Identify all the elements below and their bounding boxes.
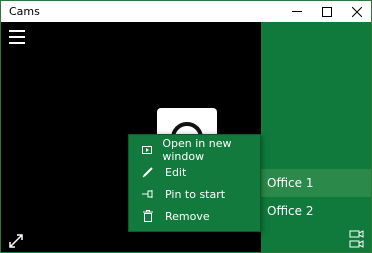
- pencil-icon: [139, 166, 157, 178]
- expand-icon[interactable]: [9, 233, 23, 252]
- video-camera-icon[interactable]: [349, 230, 365, 252]
- camera-list-item-label: Office 1: [267, 176, 314, 190]
- camera-list-item-office-2[interactable]: Office 2: [261, 197, 371, 225]
- context-menu: Open in new window Edit Pin to start Rem…: [128, 134, 261, 232]
- camera-list-item-office-1[interactable]: Office 1: [261, 169, 371, 197]
- menu-item-pin-to-start[interactable]: Pin to start: [129, 183, 260, 205]
- maximize-button[interactable]: [312, 1, 342, 22]
- menu-item-label: Remove: [165, 209, 210, 223]
- app-window: Cams Office 1 Office 2 Open in new windo…: [0, 0, 372, 253]
- title-bar[interactable]: Cams: [1, 1, 371, 22]
- trash-icon: [139, 210, 157, 222]
- menu-item-open-in-new-window[interactable]: Open in new window: [129, 137, 260, 163]
- pin-icon: [139, 189, 157, 199]
- maximize-icon: [322, 6, 332, 17]
- camera-view: Office 1 Office 2 Open in new window Edi…: [1, 22, 371, 252]
- close-button[interactable]: [342, 1, 371, 22]
- menu-item-edit[interactable]: Edit: [129, 161, 260, 183]
- menu-item-label: Open in new window: [162, 137, 232, 163]
- camera-list-item-label: Office 2: [267, 204, 314, 218]
- minimize-button[interactable]: [282, 1, 312, 22]
- close-icon: [352, 6, 362, 17]
- menu-item-label: Edit: [165, 165, 187, 179]
- window-title: Cams: [9, 5, 40, 18]
- hamburger-menu-icon[interactable]: [9, 30, 25, 44]
- menu-item-remove[interactable]: Remove: [129, 205, 260, 227]
- open-window-icon: [139, 146, 154, 154]
- menu-item-label: Pin to start: [165, 187, 226, 201]
- minimize-icon: [292, 10, 302, 12]
